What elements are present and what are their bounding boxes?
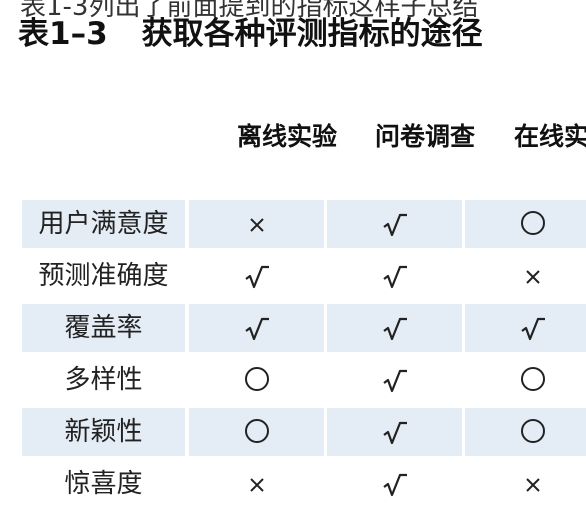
cell-survey <box>327 460 462 508</box>
cell-survey <box>327 304 462 352</box>
check-icon <box>520 317 545 341</box>
row-label: 多样性 <box>64 365 143 395</box>
cell-survey <box>327 408 462 456</box>
cell-survey <box>327 200 462 248</box>
cell-offline <box>189 200 324 248</box>
check-icon <box>244 317 269 341</box>
check-icon <box>382 317 407 341</box>
column-header-online: 在线实验 <box>514 122 586 151</box>
check-icon <box>382 369 407 393</box>
check-icon <box>382 265 407 289</box>
cell-online <box>465 460 586 508</box>
cell-offline <box>189 304 324 352</box>
cell-offline <box>189 252 324 300</box>
cell-offline <box>189 460 324 508</box>
cell-online <box>465 408 586 456</box>
circle-icon <box>244 419 269 443</box>
cross-icon <box>249 478 264 492</box>
circle-icon <box>520 419 545 443</box>
cell-online <box>465 356 586 404</box>
cell-online <box>465 304 586 352</box>
cross-icon <box>525 270 540 284</box>
row-label: 惊喜度 <box>64 469 143 499</box>
row-label: 覆盖率 <box>22 304 185 352</box>
column-header-survey: 问卷调查 <box>375 122 476 151</box>
row-label: 新颖性 <box>22 408 185 456</box>
cell-offline <box>189 408 324 456</box>
cross-icon <box>525 478 540 492</box>
circle-icon <box>520 211 545 235</box>
check-icon <box>382 421 407 445</box>
metrics-table: 离线实验 问卷调查 在线实验 用户满意度预测准确度覆盖率多样性新颖性惊喜度 <box>0 0 586 528</box>
check-icon <box>382 213 407 237</box>
column-header-offline: 离线实验 <box>237 122 338 151</box>
cell-survey <box>327 356 462 404</box>
cell-online <box>465 200 586 248</box>
row-label: 预测准确度 <box>38 261 169 291</box>
circle-icon <box>520 367 545 391</box>
cell-online <box>465 252 586 300</box>
check-icon <box>244 265 269 289</box>
cell-offline <box>189 356 324 404</box>
cell-survey <box>327 252 462 300</box>
check-icon <box>382 473 407 497</box>
cross-icon <box>249 218 264 232</box>
circle-icon <box>244 367 269 391</box>
row-label: 用户满意度 <box>22 200 185 248</box>
